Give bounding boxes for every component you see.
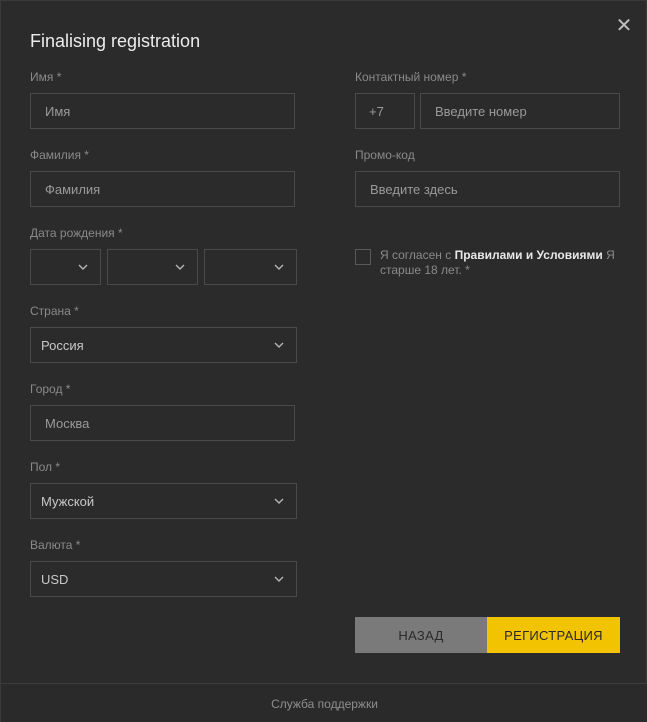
city-label: Город * [30, 382, 71, 396]
currency-label: Валюта * [30, 538, 81, 552]
terms-link[interactable]: Правилами и Условиями [455, 248, 603, 262]
support-link[interactable]: Служба поддержки [271, 697, 378, 711]
first-name-input[interactable] [45, 103, 294, 119]
promo-input[interactable] [370, 181, 619, 197]
last-name-label: Фамилия * [30, 148, 89, 162]
terms-prefix: Я согласен с [380, 248, 455, 262]
birth-day-select[interactable] [30, 249, 101, 285]
modal-title: Finalising registration [30, 31, 201, 51]
city-field[interactable] [30, 405, 295, 441]
terms-checkbox[interactable] [355, 249, 371, 265]
country-value: Россия [41, 337, 84, 353]
phone-code-value: +7 [369, 103, 384, 119]
register-button[interactable]: РЕГИСТРАЦИЯ [487, 617, 620, 653]
currency-value: USD [41, 571, 69, 587]
phone-label: Контактный номер * [355, 70, 467, 84]
chevron-down-icon [175, 262, 185, 272]
registration-modal: Finalising registration ✕ Имя * Фамилия … [0, 0, 647, 722]
last-name-field[interactable] [30, 171, 295, 207]
chevron-down-icon [274, 340, 284, 350]
promo-field[interactable] [355, 171, 620, 207]
gender-value: Мужской [41, 493, 95, 509]
chevron-down-icon [274, 496, 284, 506]
currency-select[interactable]: USD [30, 561, 297, 597]
birth-month-select[interactable] [107, 249, 198, 285]
back-button[interactable]: НАЗАД [355, 617, 487, 653]
gender-select[interactable]: Мужской [30, 483, 297, 519]
country-label: Страна * [30, 304, 79, 318]
chevron-down-icon [78, 262, 88, 272]
city-input[interactable] [45, 415, 294, 431]
birthdate-label: Дата рождения * [30, 226, 123, 240]
gender-label: Пол * [30, 460, 61, 474]
chevron-down-icon [274, 574, 284, 584]
phone-code-field[interactable]: +7 [355, 93, 415, 129]
last-name-input[interactable] [45, 181, 294, 197]
first-name-field[interactable] [30, 93, 295, 129]
modal-footer: Служба поддержки [1, 683, 647, 722]
promo-label: Промо-код [355, 148, 415, 162]
chevron-down-icon [274, 262, 284, 272]
phone-number-field[interactable] [420, 93, 620, 129]
birth-year-select[interactable] [204, 249, 297, 285]
terms-text: Я согласен с Правилами и Условиями Я ста… [380, 248, 620, 278]
close-icon[interactable]: ✕ [613, 15, 635, 37]
first-name-label: Имя * [30, 70, 62, 84]
country-select[interactable]: Россия [30, 327, 297, 363]
phone-number-input[interactable] [435, 103, 619, 119]
